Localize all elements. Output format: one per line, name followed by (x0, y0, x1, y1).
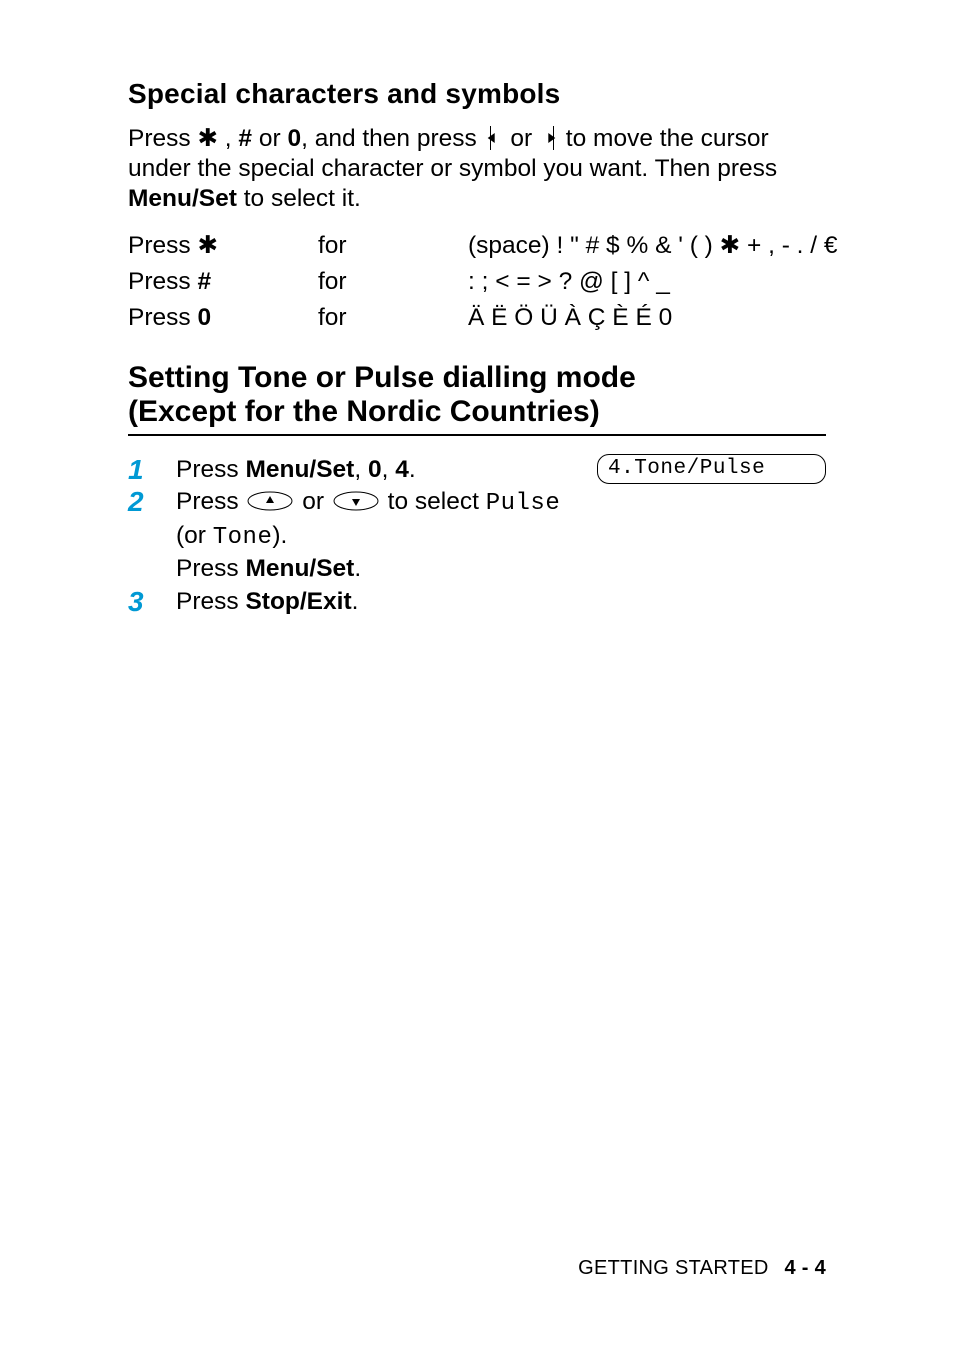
text: , (218, 125, 238, 152)
hash-key: # (197, 268, 211, 295)
step-number: 1 (128, 454, 176, 484)
hash-key: # (238, 125, 252, 152)
special-chars-paragraph: Press ✱ , # or 0, and then press or to m… (128, 124, 826, 214)
heading-line: (Except for the Nordic Countries) (128, 395, 600, 428)
text: . (354, 555, 361, 582)
text: Press (128, 125, 197, 152)
table-cell: for (318, 230, 468, 262)
step-body: Press or to select Pulse (or Tone). Pres… (176, 486, 826, 586)
nav-left-icon (485, 126, 503, 150)
text: (or (176, 522, 213, 549)
special-chars-table: Press ✱ for (space) ! " # $ % & ' ( ) ✱ … (128, 230, 826, 335)
text: Press (176, 488, 245, 515)
text: or (295, 488, 330, 515)
steps-list: 1 Press Menu/Set, 0, 4. 4.Tone/Pulse 2 P… (128, 454, 826, 618)
key-4: 4 (395, 456, 409, 483)
text: , and then press (301, 125, 484, 152)
star-key: ✱ (197, 125, 218, 152)
step-number: 3 (128, 586, 176, 616)
table-cell: Press 0 (128, 302, 318, 334)
text: to select it. (237, 185, 361, 212)
menu-set-key: Menu/Set (245, 456, 354, 483)
text: Press (176, 456, 245, 483)
page-footer: GETTING STARTED 4 - 4 (578, 1257, 826, 1280)
text: or (504, 125, 539, 152)
option-tone: Tone (213, 524, 273, 551)
text: or (252, 125, 287, 152)
nav-right-icon (540, 126, 558, 150)
text: ). (272, 522, 287, 549)
page: Special characters and symbols Press ✱ ,… (0, 0, 954, 1352)
step-2: 2 Press or to select Pulse (or Tone). Pr… (128, 486, 826, 586)
text: , (382, 456, 396, 483)
text: Press (128, 232, 197, 259)
zero-key: 0 (287, 125, 301, 152)
stop-exit-key: Stop/Exit (245, 588, 351, 615)
text: Press (176, 588, 245, 615)
table-cell: Ä Ë Ö Ü À Ç È É 0 (468, 302, 838, 334)
menu-set-key: Menu/Set (245, 555, 354, 582)
table-cell: for (318, 266, 468, 298)
zero-key: 0 (197, 304, 211, 331)
nav-up-icon (247, 491, 293, 511)
text: Press (176, 555, 245, 582)
text: . (352, 588, 359, 615)
special-chars-heading: Special characters and symbols (128, 78, 826, 110)
nav-down-icon (333, 491, 379, 511)
table-cell: (space) ! " # $ % & ' ( ) ✱ + , - . / € (468, 230, 838, 262)
table-cell: Press # (128, 266, 318, 298)
menu-set-key: Menu/Set (128, 185, 237, 212)
lcd-display: 4.Tone/Pulse (597, 454, 826, 484)
step-3: 3 Press Stop/Exit. (128, 586, 826, 618)
step-1: 1 Press Menu/Set, 0, 4. 4.Tone/Pulse (128, 454, 826, 486)
heading-line: Setting Tone or Pulse dialling mode (128, 361, 636, 394)
step-body: Press Menu/Set, 0, 4. (176, 454, 597, 486)
option-pulse: Pulse (486, 490, 561, 517)
star-key: ✱ (197, 232, 218, 259)
text: Press (128, 304, 197, 331)
key-0: 0 (368, 456, 382, 483)
lcd-text: 4.Tone/Pulse (597, 454, 826, 484)
footer-label: GETTING STARTED (578, 1257, 768, 1279)
tone-pulse-heading: Setting Tone or Pulse dialling mode (Exc… (128, 361, 826, 432)
footer-section: 4 - 4 (784, 1257, 826, 1279)
text: , (354, 456, 368, 483)
table-cell: for (318, 302, 468, 334)
step-body: Press Stop/Exit. (176, 586, 826, 618)
step-number: 2 (128, 486, 176, 516)
heading-rule (128, 434, 826, 436)
text: Press (128, 268, 197, 295)
table-cell: : ; < = > ? @ [ ] ^ _ (468, 266, 838, 298)
text: to select (381, 488, 486, 515)
text: . (409, 456, 416, 483)
table-cell: Press ✱ (128, 230, 318, 262)
